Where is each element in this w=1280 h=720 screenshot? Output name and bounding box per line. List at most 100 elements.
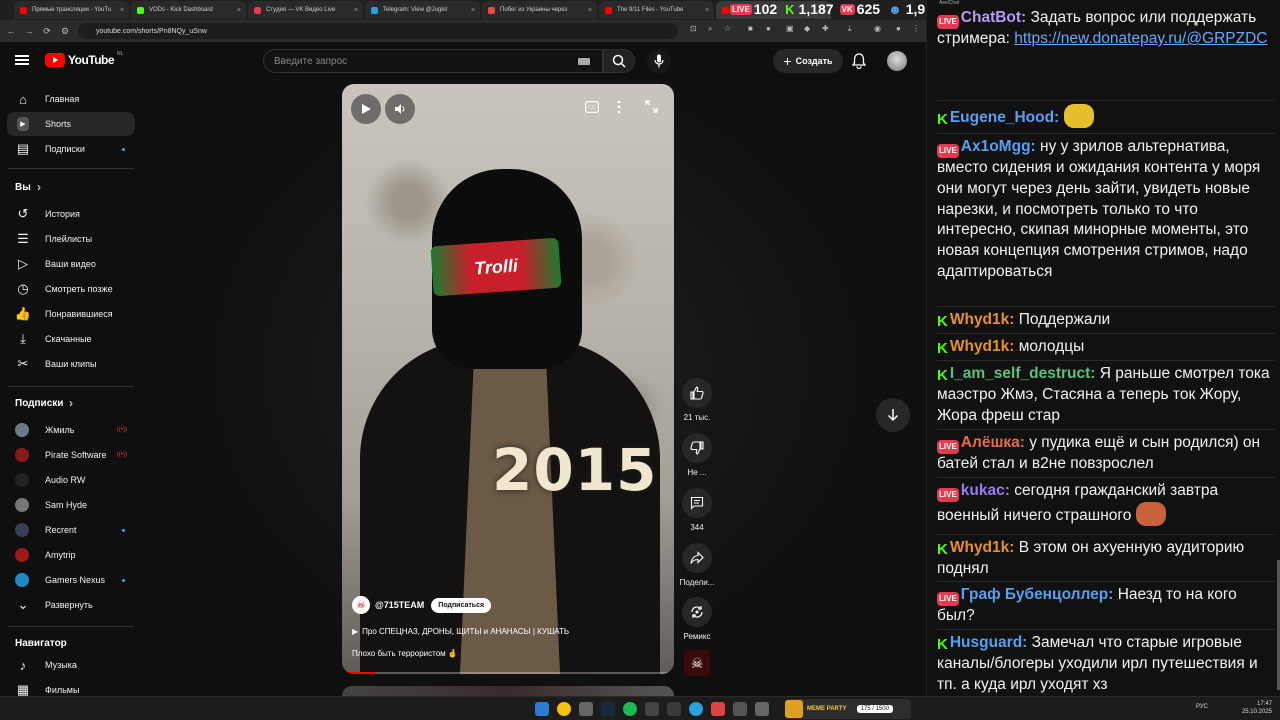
chat-nickname[interactable]: Алёшка: xyxy=(961,434,1025,451)
browser-tab[interactable]: Студия — VK Видео Live × xyxy=(248,1,363,19)
chat-nickname[interactable]: Whyd1k: xyxy=(950,338,1015,355)
subscription-channel[interactable]: Recrent xyxy=(7,518,135,542)
sidebar-heading-subscriptions[interactable]: Подписки xyxy=(15,398,63,409)
chat-nickname[interactable]: ChatBot: xyxy=(961,9,1026,26)
action-share[interactable]: Подели... xyxy=(680,543,714,587)
voice-search-button[interactable] xyxy=(647,49,671,73)
back-icon[interactable]: ← xyxy=(4,26,18,36)
hamburger-menu-icon[interactable] xyxy=(15,55,29,65)
chevron-right-icon[interactable]: › xyxy=(37,180,41,194)
action-remix[interactable]: Ремикс xyxy=(681,597,713,641)
install-icon[interactable]: ⊡ xyxy=(690,24,697,33)
channel-name[interactable]: @715TEAM xyxy=(375,600,424,610)
avatar[interactable] xyxy=(887,51,907,71)
site-info-icon[interactable]: ⚙ xyxy=(58,26,72,37)
address-bar[interactable]: youtube.com/shorts/Pn8NQy_uSnw xyxy=(78,23,678,39)
sidebar-item[interactable]: ▶ Shorts xyxy=(7,112,135,136)
playlist-link[interactable]: ▶ Про СПЕЦНАЗ, ДРОНЫ, ЩИТЫ и АНАНАСЫ | К… xyxy=(352,627,569,636)
subscription-channel[interactable]: Gamers Nexus xyxy=(7,568,135,592)
menu-icon[interactable]: ⋮ xyxy=(912,24,920,33)
keyboard-icon[interactable] xyxy=(578,58,590,65)
sidebar-item[interactable]: ▤ Подписки xyxy=(7,137,135,161)
notifications-button[interactable] xyxy=(851,53,867,74)
close-tab-icon[interactable]: × xyxy=(237,7,241,14)
chat-link[interactable]: https://new.donatepay.ru/@GRPZDC xyxy=(1014,30,1267,47)
extension-icon[interactable]: ● xyxy=(766,24,771,33)
telegram-icon[interactable] xyxy=(689,702,703,716)
subscription-channel[interactable]: Pirate Software ((•)) xyxy=(7,443,135,467)
steam-icon[interactable] xyxy=(601,702,615,716)
profile-icon[interactable]: ◉ xyxy=(874,24,881,33)
sidebar-item[interactable]: ⤓ Скачанные xyxy=(7,327,135,351)
sidebar-item[interactable]: ↺ История xyxy=(7,202,135,226)
progress-bar[interactable] xyxy=(342,672,674,674)
action-comments[interactable]: 344 xyxy=(681,488,713,532)
media-widget[interactable]: MEME PARTY 175 / 1500 xyxy=(785,699,911,719)
chrome-icon[interactable] xyxy=(557,702,571,716)
extension-icon[interactable]: ◆ xyxy=(804,24,810,33)
action-dislike[interactable]: Не ... xyxy=(681,433,713,477)
start-icon[interactable] xyxy=(535,702,549,716)
subscription-channel[interactable]: Sam Hyde xyxy=(7,493,135,517)
channel-avatar[interactable]: ☠ xyxy=(352,596,370,614)
chat-nickname[interactable]: Whyd1k: xyxy=(950,311,1015,328)
download-icon[interactable]: ⤓ xyxy=(848,24,852,34)
shorts-video-player[interactable]: Trolli 2015 CC ☠ @715TEAM Подписаться ▶ … xyxy=(342,84,674,674)
browser-tab[interactable]: Прямые трансляции - YouTu × xyxy=(14,1,129,19)
create-button[interactable]: + Создать xyxy=(773,49,843,73)
close-tab-icon[interactable]: × xyxy=(354,7,358,14)
sound-thumbnail[interactable]: ☠ xyxy=(684,650,710,676)
subscription-channel[interactable]: Audio RW xyxy=(7,468,135,492)
chat-nickname[interactable]: Eugene_Hood: xyxy=(950,109,1059,126)
taskbar-app-icon[interactable] xyxy=(711,702,725,716)
sidebar-item[interactable]: ☰ Плейлисты xyxy=(7,227,135,251)
sidebar-item[interactable]: ⌂ Главная xyxy=(7,87,135,111)
chat-nickname[interactable]: Husguard: xyxy=(950,634,1028,651)
bookmark-star-icon[interactable]: ☆ xyxy=(724,24,731,33)
action-like[interactable]: 21 тыс. xyxy=(681,378,713,422)
sidebar-item[interactable]: 👍 Понравившиеся xyxy=(7,302,135,326)
sidebar-item[interactable]: ♪ Музыка xyxy=(7,653,135,677)
play-button[interactable] xyxy=(351,94,381,124)
taskbar-app-icon[interactable] xyxy=(733,702,747,716)
close-tab-icon[interactable]: × xyxy=(588,7,592,14)
close-tab-icon[interactable]: × xyxy=(471,7,475,14)
expand-button[interactable]: ⌄ Развернуть xyxy=(7,593,135,617)
chevron-right-icon[interactable]: › xyxy=(69,396,73,410)
taskbar-app-icon[interactable] xyxy=(579,702,593,716)
chat-nickname[interactable]: Ax1oMgg: xyxy=(961,138,1036,155)
reload-icon[interactable]: ⟳ xyxy=(40,26,54,37)
chat-nickname[interactable]: kukac: xyxy=(961,482,1010,499)
fullscreen-icon[interactable] xyxy=(645,100,658,118)
extension-icon[interactable]: ■ xyxy=(748,24,753,33)
close-tab-icon[interactable]: × xyxy=(705,7,709,14)
zoom-icon[interactable]: ⌕ xyxy=(708,24,712,34)
browser-tab[interactable]: Telegram: View @Jugkil × xyxy=(365,1,480,19)
sidebar-item[interactable]: ✂ Ваши клипы xyxy=(7,352,135,376)
subscription-channel[interactable]: Amytrip xyxy=(7,543,135,567)
extension-icon[interactable]: ▣ xyxy=(786,24,794,33)
forward-icon[interactable]: → xyxy=(22,26,36,36)
browser-tab[interactable]: The 9/11 Files - YouTube × xyxy=(599,1,714,19)
browser-tab[interactable]: VODs - Kick Dashboard × xyxy=(131,1,246,19)
sidebar-item[interactable]: ◷ Смотреть позже xyxy=(7,277,135,301)
captions-icon[interactable]: CC xyxy=(585,100,599,118)
chat-nickname[interactable]: Whyd1k: xyxy=(950,539,1015,556)
more-options-icon[interactable] xyxy=(616,100,622,119)
volume-button[interactable] xyxy=(385,94,415,124)
input-language[interactable]: РУС xyxy=(1196,704,1208,710)
search-button[interactable] xyxy=(603,49,635,73)
spotify-icon[interactable] xyxy=(623,702,637,716)
youtube-logo[interactable]: YouTube NL xyxy=(45,51,123,67)
chat-nickname[interactable]: I_am_self_destruct: xyxy=(950,365,1096,382)
close-tab-icon[interactable]: × xyxy=(120,7,124,14)
avatar[interactable]: ● xyxy=(896,24,901,33)
sidebar-item[interactable]: ▷ Ваши видео xyxy=(7,252,135,276)
chat-nickname[interactable]: Граф Бубенцоллер: xyxy=(961,586,1114,603)
subscription-channel[interactable]: Жмиль ((•)) xyxy=(7,418,135,442)
taskbar-app-icon[interactable] xyxy=(755,702,769,716)
extensions-puzzle-icon[interactable]: ✚ xyxy=(822,24,829,33)
taskbar-app-icon[interactable] xyxy=(645,702,659,716)
subscribe-button[interactable]: Подписаться xyxy=(431,597,492,613)
next-video-button[interactable] xyxy=(876,398,910,432)
